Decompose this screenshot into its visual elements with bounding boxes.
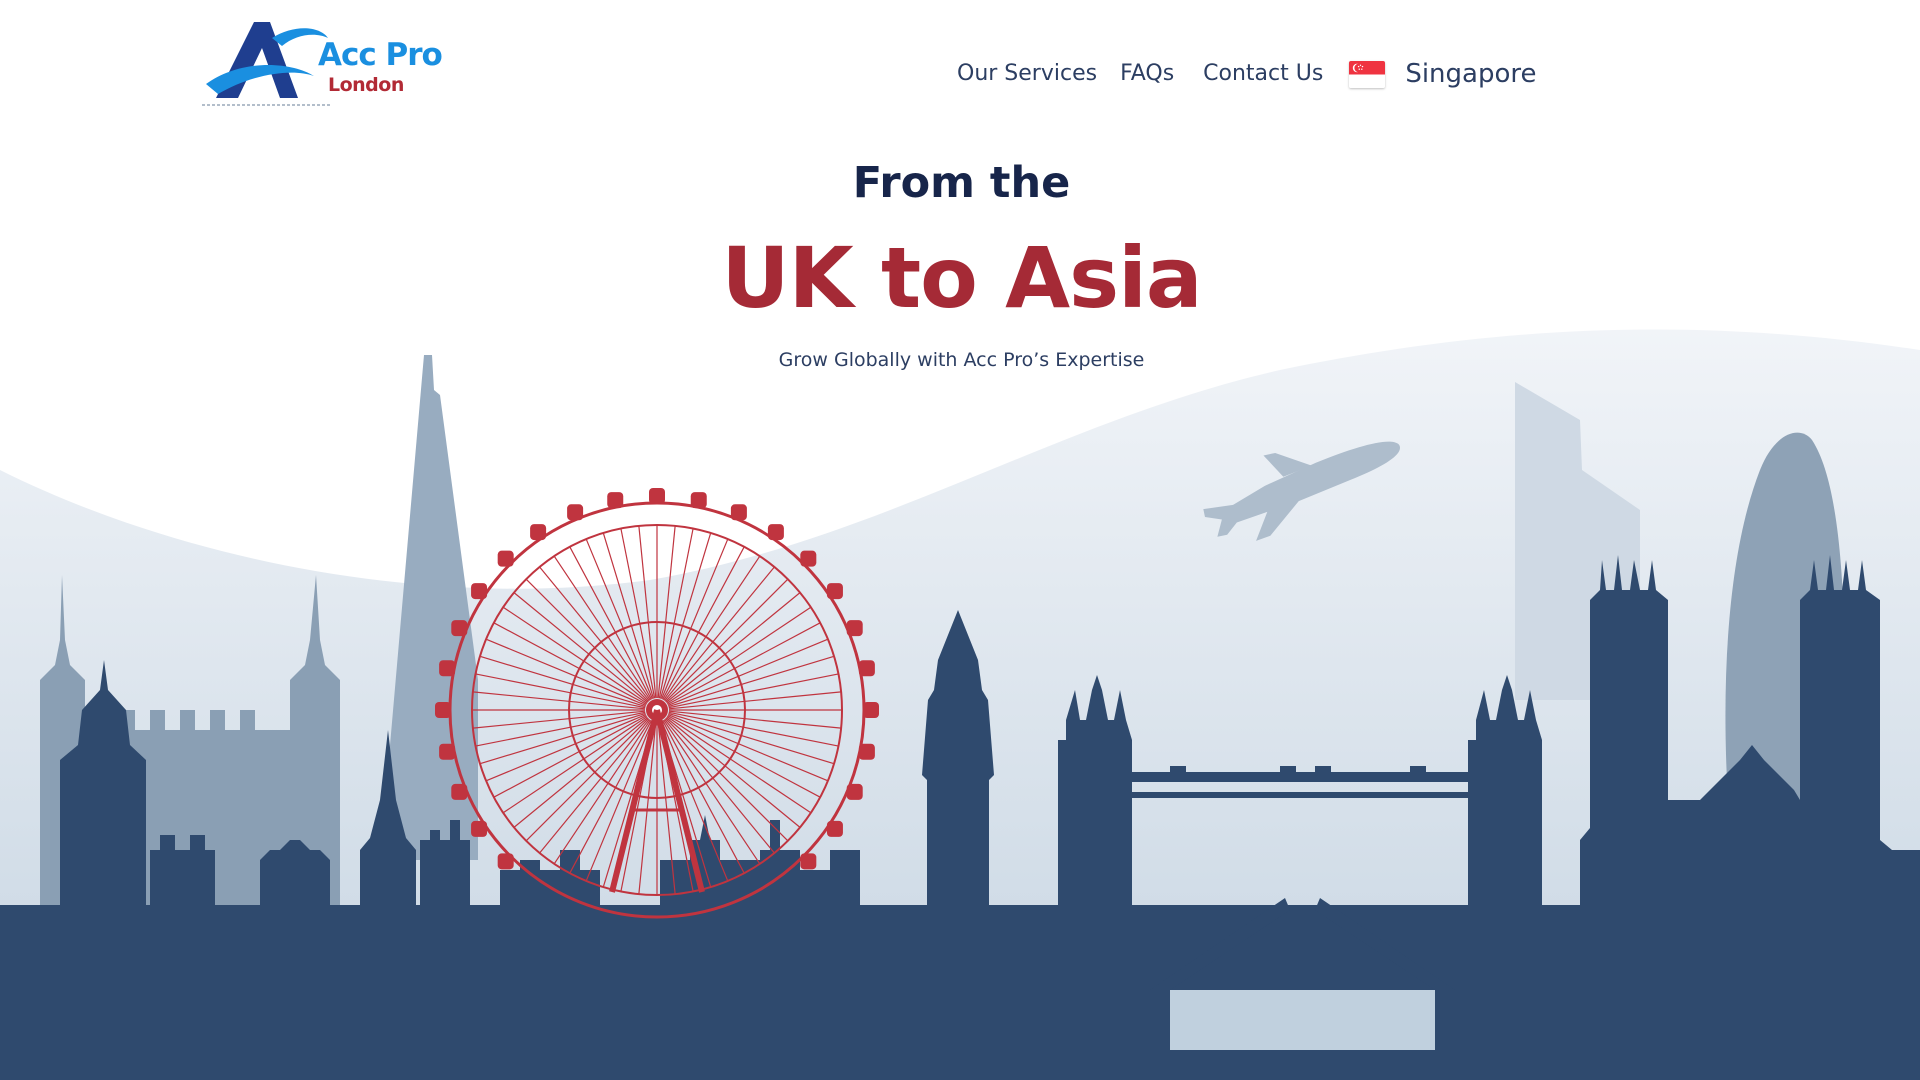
nav-link-faqs[interactable]: FAQs (1120, 63, 1174, 85)
london-eye-pod (439, 660, 456, 677)
london-eye-pod (439, 743, 456, 760)
london-eye-pod (451, 783, 468, 800)
london-eye-pod (471, 583, 488, 600)
london-eye-pod (846, 620, 863, 637)
london-eye-pod (567, 504, 584, 521)
landing-page: Acc Pro London Our Services FAQs Contact… (0, 0, 1920, 1080)
singapore-flag-icon (1349, 60, 1386, 88)
london-eye-pod (858, 660, 875, 677)
london-eye-pod (730, 504, 747, 521)
nav-link-contact-us[interactable]: Contact Us (1203, 63, 1323, 85)
brand-subname: London (328, 74, 404, 96)
london-eye-pod (846, 783, 863, 800)
hero-title: UK to Asia (721, 229, 1202, 327)
london-eye-pod (690, 492, 707, 509)
london-eye-pod (435, 702, 451, 718)
london-eye-pod (607, 492, 624, 509)
site-header: Acc Pro London Our Services FAQs Contact… (0, 0, 1920, 130)
london-eye-pod (497, 550, 514, 567)
london-eye-pod (767, 524, 784, 541)
region-selector[interactable]: Singapore (1349, 59, 1537, 89)
hero-kicker: From the (852, 158, 1071, 208)
london-eye-pod (800, 853, 817, 870)
london-eye-pod (858, 743, 875, 760)
main-nav: Our Services FAQs Contact Us Singapore (957, 57, 1536, 91)
london-eye-pod (497, 853, 514, 870)
london-eye-pod (826, 820, 843, 837)
london-eye-pod (800, 550, 817, 567)
region-label: Singapore (1405, 59, 1537, 89)
brand-name: Acc Pro (318, 37, 443, 73)
brand-logo[interactable]: Acc Pro London (202, 18, 443, 110)
nav-link-our-services[interactable]: Our Services (957, 63, 1097, 85)
london-eye-pod (530, 524, 547, 541)
london-eye-pod (649, 488, 665, 504)
london-eye-pod (863, 702, 879, 718)
london-eye-pod (451, 620, 468, 637)
london-eye-pod (471, 820, 488, 837)
london-eye-pod (826, 583, 843, 600)
hero-subtitle: Grow Globally with Acc Pro’s Expertise (778, 349, 1145, 371)
